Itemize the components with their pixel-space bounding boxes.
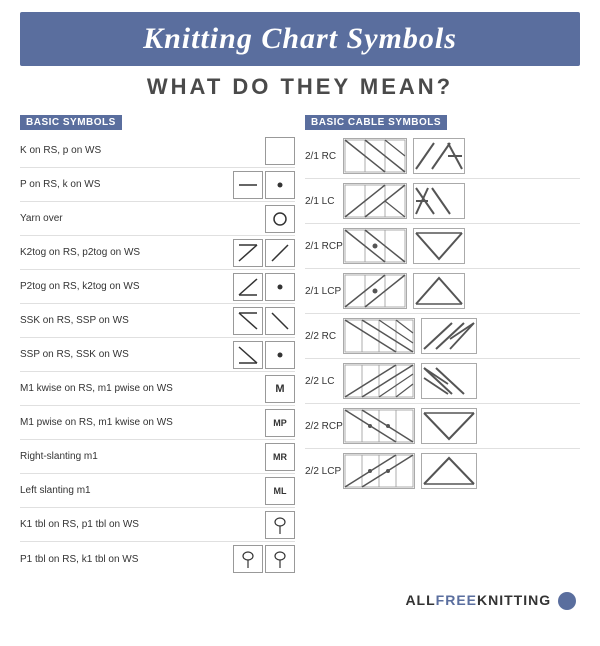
- symbol-circle: [265, 205, 295, 233]
- footer-text-knitting: KNITTING: [477, 592, 551, 608]
- symbol-dot3: [265, 341, 295, 369]
- symbol-k2tog: [233, 239, 263, 267]
- cable-21rcp-grid: [343, 228, 407, 264]
- basic-symbols-label: BASIC SYMBOLS: [20, 115, 122, 130]
- cable-21lc-symbol: [413, 183, 465, 219]
- table-row: Right-slanting m1 MR: [20, 440, 295, 474]
- footer-text-all: ALL: [405, 592, 435, 608]
- symbol-ssp: [233, 341, 263, 369]
- footer-text-free: FREE: [436, 592, 477, 608]
- footer: ALLFREEKNITTING: [0, 586, 600, 618]
- symbol-loop2: [233, 545, 263, 573]
- cable-22lcp-grid: [343, 453, 415, 489]
- table-row: Left slanting m1 ML: [20, 474, 295, 508]
- table-row: P on RS, k on WS: [20, 168, 295, 202]
- table-row: K1 tbl on RS, p1 tbl on WS: [20, 508, 295, 542]
- cable-21rc-symbol: [413, 138, 465, 174]
- subtitle: WHAT DO THEY MEAN?: [0, 74, 600, 100]
- cable-21lc-grid: [343, 183, 407, 219]
- header-title: Knitting Chart Symbols: [40, 22, 560, 56]
- cable-21lcp-grid: [343, 273, 407, 309]
- table-row: SSP on RS, SSK on WS: [20, 338, 295, 372]
- table-row: M1 pwise on RS, m1 kwise on WS MP: [20, 406, 295, 440]
- symbol-p2tog: [233, 273, 263, 301]
- table-row: 2/2 LCP: [305, 449, 580, 493]
- symbol-dot2: [265, 273, 295, 301]
- symbol-MP: MP: [265, 409, 295, 437]
- cable-22rc-symbol: [421, 318, 477, 354]
- table-row: K on RS, p on WS: [20, 134, 295, 168]
- table-row: Yarn over: [20, 202, 295, 236]
- symbol-loop3: [265, 545, 295, 573]
- table-row: 2/2 RC: [305, 314, 580, 359]
- cable-22rcp-grid: [343, 408, 415, 444]
- cable-21rc-grid: [343, 138, 407, 174]
- cable-symbols-label: BASIC CABLE SYMBOLS: [305, 115, 447, 130]
- cable-21rcp-symbol: [413, 228, 465, 264]
- cable-22rcp-symbol: [421, 408, 477, 444]
- table-row: 2/1 LC: [305, 179, 580, 224]
- table-row: 2/2 RCP: [305, 404, 580, 449]
- cable-22rc-grid: [343, 318, 415, 354]
- symbol-backslash: [265, 307, 295, 335]
- cable-21lcp-symbol: [413, 273, 465, 309]
- table-row: P2tog on RS, k2tog on WS: [20, 270, 295, 304]
- table-row: 2/1 RC: [305, 134, 580, 179]
- cable-22lcp-symbol: [421, 453, 477, 489]
- header-banner: Knitting Chart Symbols: [20, 12, 580, 66]
- symbol-MR: MR: [265, 443, 295, 471]
- table-row: 2/1 LCP: [305, 269, 580, 314]
- symbol-slash: [265, 239, 295, 267]
- table-row: P1 tbl on RS, k1 tbl on WS: [20, 542, 295, 576]
- table-row: M1 kwise on RS, m1 pwise on WS M: [20, 372, 295, 406]
- symbol-dot: [265, 171, 295, 199]
- basic-symbols-section: BASIC SYMBOLS K on RS, p on WS P on RS, …: [20, 112, 295, 576]
- symbol-loop: [265, 511, 295, 539]
- symbol-empty: [265, 137, 295, 165]
- symbol-ML: ML: [265, 477, 295, 505]
- symbol-hline: [233, 171, 263, 199]
- cable-22lc-symbol: [421, 363, 477, 399]
- symbol-M: M: [265, 375, 295, 403]
- table-row: SSK on RS, SSP on WS: [20, 304, 295, 338]
- table-row: K2tog on RS, p2tog on WS: [20, 236, 295, 270]
- symbol-ssk: [233, 307, 263, 335]
- knitting-icon: [558, 592, 576, 610]
- cable-symbols-section: BASIC CABLE SYMBOLS 2/1 RC: [305, 112, 580, 576]
- cable-22lc-grid: [343, 363, 415, 399]
- table-row: 2/2 LC: [305, 359, 580, 404]
- table-row: 2/1 RCP: [305, 224, 580, 269]
